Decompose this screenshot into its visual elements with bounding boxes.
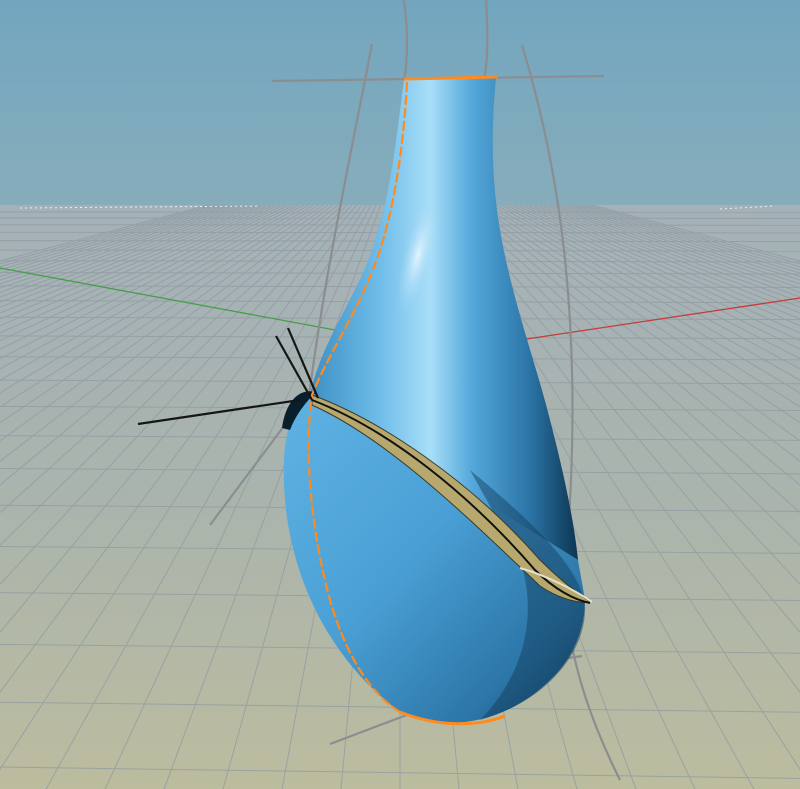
rim-edge[interactable] xyxy=(403,75,498,81)
viewport-canvas[interactable] xyxy=(0,0,800,789)
3d-viewport[interactable] xyxy=(0,0,800,789)
